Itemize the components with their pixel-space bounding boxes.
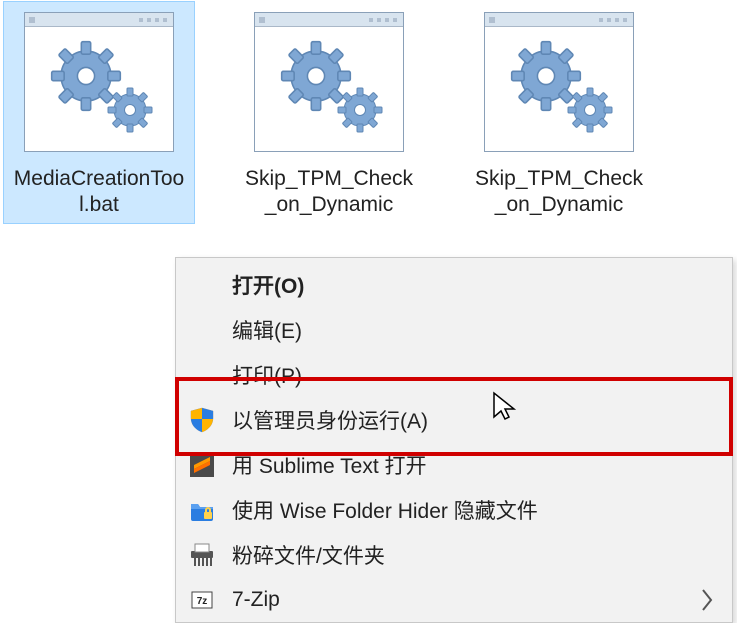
- file-item[interactable]: Skip_TPM_Check_on_Dynamic: [464, 2, 654, 223]
- folder-lock-icon: [186, 494, 218, 526]
- blank-icon: [186, 359, 218, 391]
- shield-uac-icon: [186, 404, 218, 436]
- menu-print[interactable]: 打印(P): [176, 352, 732, 397]
- menu-7zip[interactable]: 7z 7-Zip: [176, 577, 732, 622]
- blank-icon: [186, 314, 218, 346]
- chevron-right-icon: [700, 588, 714, 612]
- menu-open[interactable]: 打开(O): [176, 262, 732, 307]
- sublime-icon: [186, 449, 218, 481]
- file-grid: MediaCreationTool.bat Skip_TPM_Check_on_…: [0, 0, 737, 225]
- menu-run-as-admin[interactable]: 以管理员身份运行(A): [176, 397, 732, 442]
- file-item[interactable]: MediaCreationTool.bat: [4, 2, 194, 223]
- file-label: Skip_TPM_Check_on_Dynamic: [468, 166, 650, 219]
- file-label: Skip_TPM_Check_on_Dynamic: [238, 166, 420, 219]
- shredder-icon: [186, 539, 218, 571]
- menu-shred[interactable]: 粉碎文件/文件夹: [176, 532, 732, 577]
- svg-text:7z: 7z: [197, 596, 208, 607]
- blank-icon: [186, 269, 218, 301]
- file-label: MediaCreationTool.bat: [8, 166, 190, 219]
- bat-file-icon: [249, 12, 409, 162]
- menu-wise-hider[interactable]: 使用 Wise Folder Hider 隐藏文件: [176, 487, 732, 532]
- bat-file-icon: [19, 12, 179, 162]
- menu-edit[interactable]: 编辑(E): [176, 307, 732, 352]
- 7zip-icon: 7z: [186, 584, 218, 616]
- context-menu: 打开(O) 编辑(E) 打印(P) 以管理员身份运行(A): [175, 257, 733, 623]
- bat-file-icon: [479, 12, 639, 162]
- file-item[interactable]: Skip_TPM_Check_on_Dynamic: [234, 2, 424, 223]
- menu-sublime[interactable]: 用 Sublime Text 打开: [176, 442, 732, 487]
